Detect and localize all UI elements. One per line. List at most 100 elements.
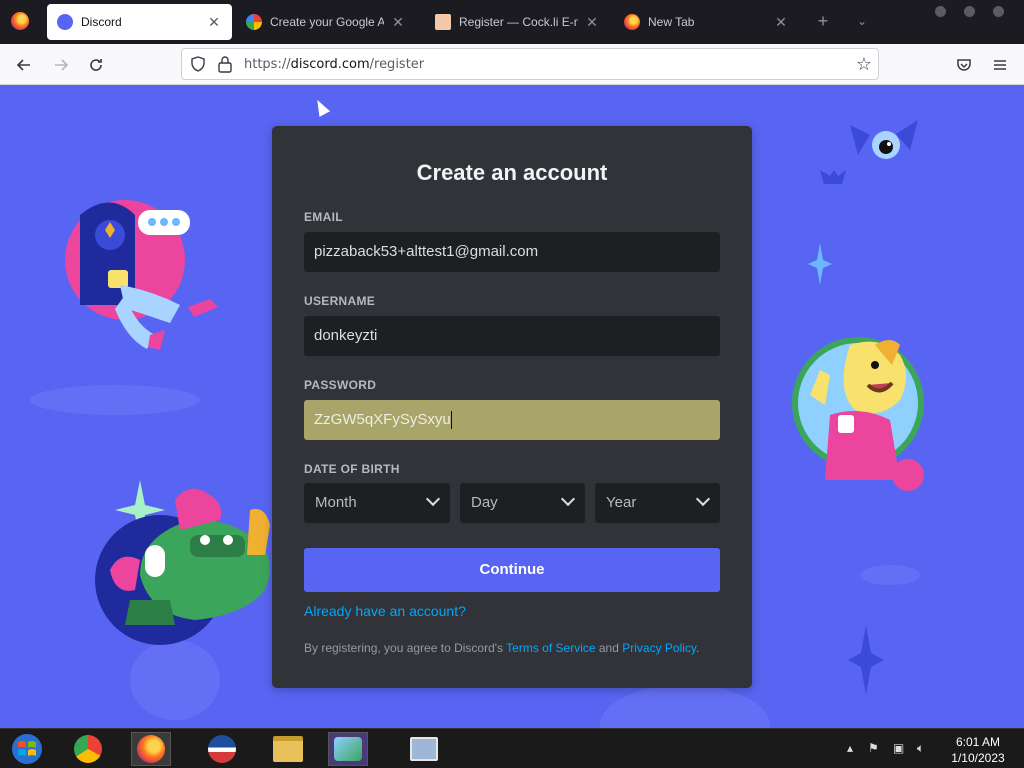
username-field[interactable]: donkeyzti <box>304 316 720 356</box>
character-wave-illustration <box>792 337 924 491</box>
page-title: Create an account <box>416 160 608 185</box>
volume-icon[interactable]: 🔈︎ <box>917 741 924 756</box>
register-form: Create an account EMAIL pizzaback53+altt… <box>272 126 752 688</box>
url-path: /register <box>369 57 425 72</box>
tab-discord[interactable]: Discord ✕ <box>47 4 232 40</box>
explorer-taskbar-button[interactable] <box>268 732 308 766</box>
arrow-right-icon <box>55 59 69 71</box>
forward-button[interactable] <box>47 51 75 79</box>
campaign-logo-icon <box>208 735 236 763</box>
close-icon[interactable]: ✕ <box>390 14 406 31</box>
arrow-left-icon <box>16 59 30 71</box>
google-icon <box>246 14 262 30</box>
bat-illustration <box>850 120 918 159</box>
tab-google[interactable]: Create your Google Acco ✕ <box>236 4 416 40</box>
login-link[interactable]: Already have an account? <box>304 603 466 619</box>
year-placeholder: Year <box>606 494 637 511</box>
reload-button[interactable] <box>82 51 110 79</box>
password-value: ZzGW5qXFySySxyu <box>314 411 451 428</box>
new-tab-button[interactable]: + <box>812 10 834 32</box>
back-button[interactable] <box>10 51 38 79</box>
network-icon[interactable]: ▣ <box>893 741 904 755</box>
flag-icon[interactable]: ⚑ <box>868 741 879 755</box>
date-of-birth-label: DATE OF BIRTH <box>304 462 400 476</box>
sparkle-icon <box>848 625 884 695</box>
close-window-button[interactable] <box>993 6 1004 17</box>
chrome-taskbar-button[interactable] <box>68 732 108 766</box>
clock-time: 6:01 AM <box>955 735 1001 749</box>
chevron-down-icon[interactable]: ⌄ <box>852 10 872 32</box>
chrome-icon <box>74 735 102 763</box>
mail-icon <box>435 14 451 30</box>
url-scheme: https:// <box>244 57 291 72</box>
pocket-button[interactable] <box>950 51 978 79</box>
password-field[interactable]: ZzGW5qXFySySxyu <box>304 400 720 440</box>
tab-label: Create your Google Acco <box>270 15 384 29</box>
tab-label: New Tab <box>648 15 695 29</box>
users-icon <box>334 737 362 761</box>
username-label: USERNAME <box>304 294 376 308</box>
year-select[interactable]: Year <box>595 483 720 523</box>
tab-strip: Discord ✕ Create your Google Acco ✕ Regi… <box>0 0 1024 44</box>
background-cloud <box>860 565 920 585</box>
close-icon[interactable]: ✕ <box>773 14 789 31</box>
network-taskbar-button[interactable] <box>328 732 368 766</box>
firefox-icon[interactable] <box>11 12 29 30</box>
chevron-down-icon <box>560 491 576 507</box>
navigation-toolbar: https://discord.com/register ☆ <box>0 44 1024 85</box>
month-select[interactable]: Month <box>304 483 450 523</box>
background-cloud <box>30 385 200 415</box>
discord-register-page: Create an account EMAIL pizzaback53+altt… <box>0 85 1024 728</box>
url-host: discord.com <box>290 57 370 72</box>
menu-button[interactable] <box>986 51 1014 79</box>
text-caret <box>450 411 452 430</box>
close-icon[interactable]: ✕ <box>584 14 600 31</box>
background-cloud <box>600 685 770 728</box>
email-label: EMAIL <box>304 210 343 224</box>
maximize-button[interactable] <box>964 6 975 17</box>
obama-taskbar-button[interactable] <box>202 732 242 766</box>
remote-desktop-taskbar-button[interactable] <box>404 732 444 766</box>
close-icon[interactable]: ✕ <box>206 14 222 31</box>
continue-button[interactable]: Continue <box>304 548 720 592</box>
clock-date: 1/10/2023 <box>951 751 1005 765</box>
taskbar: ▴ ⚑ ▣ 🔈︎ 6:01 AM 1/10/2023 <box>0 728 1024 768</box>
windows-logo-icon <box>12 734 42 764</box>
start-button[interactable] <box>8 732 46 766</box>
email-field[interactable]: pizzaback53+alttest1@gmail.com <box>304 232 720 272</box>
password-label: PASSWORD <box>304 378 377 392</box>
reload-icon <box>90 59 102 71</box>
star-icon[interactable]: ☆ <box>856 54 872 75</box>
character-illustration <box>65 200 218 350</box>
firefox-taskbar-button[interactable] <box>131 732 171 766</box>
day-select[interactable]: Day <box>460 483 585 523</box>
pocket-icon <box>957 59 971 71</box>
shield-icon[interactable] <box>190 56 206 72</box>
terms-suffix: . <box>696 641 700 655</box>
sparkle-icon <box>808 243 832 285</box>
lock-icon[interactable] <box>217 55 233 73</box>
terms-prefix: By registering, you agree to Discord's <box>304 641 507 655</box>
system-clock[interactable]: 6:01 AM 1/10/2023 <box>940 734 1016 766</box>
privacy-policy-link[interactable]: Privacy Policy <box>622 641 696 655</box>
tab-label: Register — Cock.li E-mail <box>459 15 578 29</box>
day-placeholder: Day <box>471 494 498 511</box>
firefox-icon <box>137 735 165 763</box>
terms-text: By registering, you agree to Discord's T… <box>304 641 699 655</box>
terms-and: and <box>595 641 623 655</box>
month-placeholder: Month <box>315 494 357 511</box>
firefox-icon <box>624 14 640 30</box>
folder-icon <box>273 736 303 762</box>
tab-new[interactable]: New Tab ✕ <box>614 4 799 40</box>
monster-illustration <box>95 480 270 645</box>
hamburger-icon <box>994 60 1006 70</box>
show-hidden-icons-button[interactable]: ▴ <box>847 741 853 755</box>
minimize-button[interactable] <box>935 6 946 17</box>
tab-cockli[interactable]: Register — Cock.li E-mail ✕ <box>425 4 610 40</box>
chevron-down-icon <box>695 491 711 507</box>
terms-of-service-link[interactable]: Terms of Service <box>506 641 595 655</box>
tab-label: Discord <box>81 15 122 29</box>
url-text: https://discord.com/register <box>244 57 424 72</box>
chevron-down-icon <box>425 491 441 507</box>
url-bar[interactable]: https://discord.com/register ☆ <box>181 48 879 80</box>
